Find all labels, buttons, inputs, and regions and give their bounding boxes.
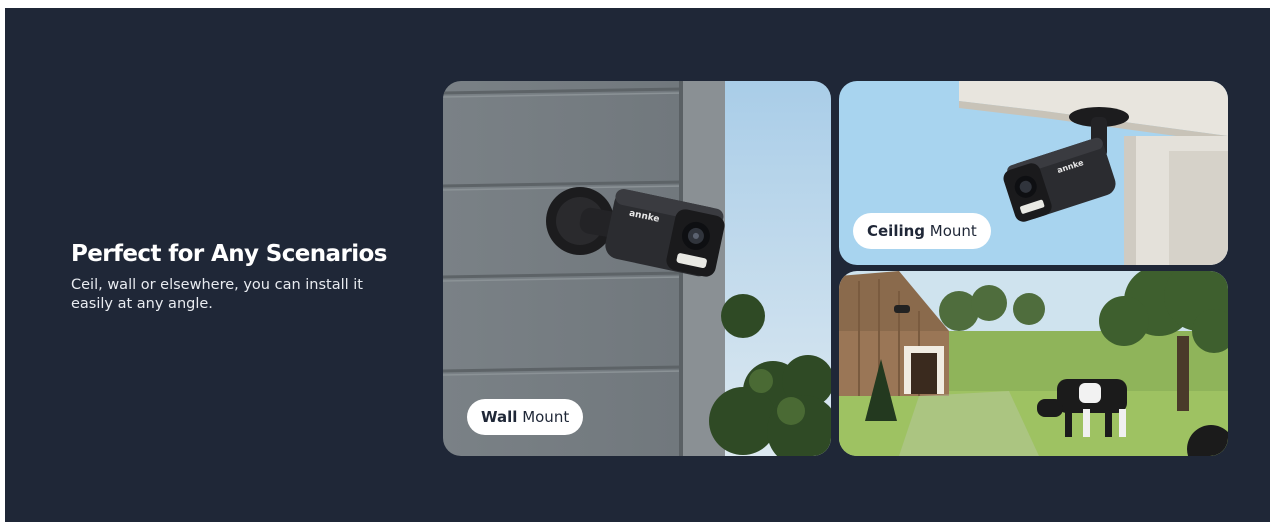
wall-mount-label-rest: Mount — [517, 408, 570, 426]
section-description: Ceil, wall or elsewhere, you can install… — [71, 277, 363, 312]
wall-mount-label-bold: Wall — [481, 408, 518, 426]
feature-banner: Perfect for Any Scenarios Ceil, wall or … — [5, 8, 1270, 522]
wall-mount-photo: annke Wall Mount — [443, 81, 831, 456]
ceiling-mount-label-rest: Mount — [925, 222, 977, 240]
feature-copy: Perfect for Any Scenarios Ceil, wall or … — [71, 240, 391, 314]
farm-scene-illustration — [839, 271, 1228, 456]
ceiling-mount-label-bold: Ceiling — [867, 222, 926, 240]
ceiling-mount-label: Ceiling Mount — [853, 213, 991, 249]
ceiling-mount-photo: annke Ceiling Mount — [839, 81, 1228, 265]
farm-scene-photo — [839, 271, 1228, 456]
wall-mount-label: Wall Mount — [467, 399, 584, 435]
section-title: Perfect for Any Scenarios — [71, 241, 387, 267]
